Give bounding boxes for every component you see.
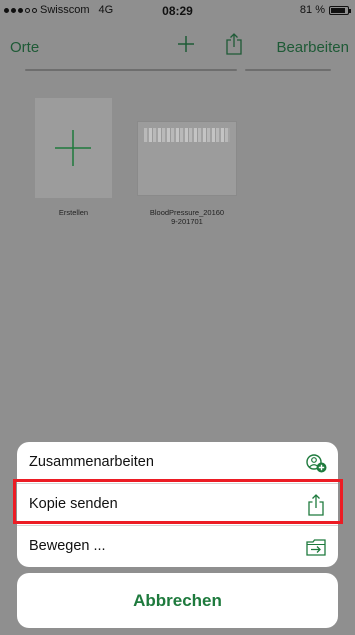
document-name-line2: 9-201701 (171, 217, 203, 226)
cancel-button[interactable]: Abbrechen (17, 573, 338, 628)
segment-divider (25, 69, 237, 71)
segment-divider (245, 69, 331, 71)
locations-button[interactable]: Orte (10, 39, 39, 56)
battery-area: 81 % (299, 4, 351, 16)
plus-icon (55, 130, 91, 166)
collaborate-icon (306, 454, 327, 473)
plus-icon[interactable] (176, 34, 196, 54)
create-label: Erstellen (58, 208, 89, 217)
highlight-box (13, 479, 343, 524)
nav-bar: Orte Bearbeiten (0, 22, 355, 72)
document-name-line1: BloodPressure_20160 (149, 208, 225, 217)
create-tile[interactable] (35, 98, 112, 198)
action-label: Bewegen ... (29, 538, 106, 554)
battery-icon (329, 5, 351, 15)
action-label: Zusammenarbeiten (29, 454, 154, 470)
action-move[interactable]: Bewegen ... (17, 526, 338, 567)
status-bar: Swisscom 4G 08:29 81 % (0, 0, 355, 22)
move-folder-icon (306, 539, 326, 556)
cancel-label: Abbrechen (133, 591, 222, 610)
action-collaborate[interactable]: Zusammenarbeiten (17, 442, 338, 483)
battery-percent: 81 % (299, 4, 325, 16)
document-thumbnail[interactable] (137, 121, 237, 196)
spreadsheet-preview (144, 128, 230, 142)
document-name: BloodPressure_20160 9-201701 (127, 208, 247, 226)
edit-button[interactable]: Bearbeiten (276, 39, 349, 56)
share-icon[interactable] (224, 32, 244, 56)
